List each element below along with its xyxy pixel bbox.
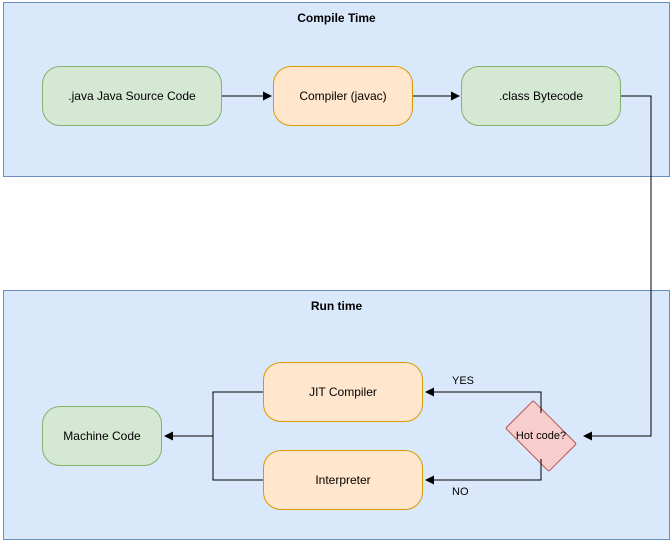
node-jit-label: JIT Compiler — [309, 385, 377, 399]
node-java-source: .java Java Source Code — [42, 66, 222, 126]
node-compiler: Compiler (javac) — [273, 66, 413, 126]
section-runtime-title: Run time — [4, 291, 669, 313]
section-compile-title: Compile Time — [4, 3, 669, 25]
node-hot-code-label: Hot code? — [516, 430, 566, 442]
node-compiler-label: Compiler (javac) — [299, 89, 386, 103]
node-machine-code: Machine Code — [42, 406, 162, 466]
node-interpreter: Interpreter — [263, 450, 423, 510]
node-interpreter-label: Interpreter — [315, 473, 370, 487]
node-java-source-label: .java Java Source Code — [68, 89, 195, 103]
node-jit-compiler: JIT Compiler — [263, 362, 423, 422]
node-machine-label: Machine Code — [63, 429, 140, 443]
edge-label-yes: YES — [452, 375, 474, 387]
diagram-canvas: Compile Time Run time .java Java Source … — [0, 0, 671, 541]
edge-label-no: NO — [452, 486, 469, 498]
node-bytecode-label: .class Bytecode — [499, 89, 583, 103]
node-bytecode: .class Bytecode — [461, 66, 621, 126]
node-hot-code-decision: Hot code? — [499, 409, 583, 463]
